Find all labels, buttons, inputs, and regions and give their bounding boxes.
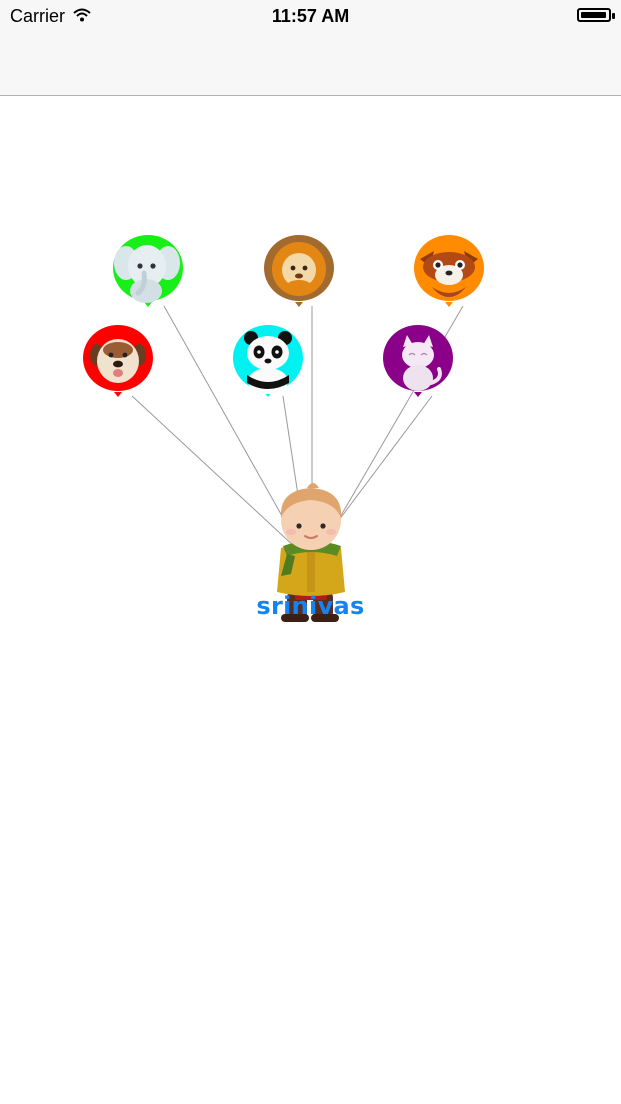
clock: 11:57 AM (271, 6, 350, 26)
balloon-cat[interactable] (383, 325, 453, 397)
balloon-fox[interactable] (414, 235, 484, 307)
lion-icon (272, 242, 326, 296)
balloon-scene: srinivas (0, 96, 621, 1104)
status-bar: Carrier 11:57 AM (0, 0, 621, 96)
balloon-dog[interactable] (83, 325, 153, 397)
battery-level (581, 12, 606, 18)
boy-name-label: srinivas (256, 592, 365, 620)
elephant-icon (114, 245, 180, 303)
panda-icon (244, 331, 292, 394)
balloon-lion[interactable] (264, 235, 334, 307)
balloon-panda[interactable] (233, 325, 303, 397)
balloon-elephant[interactable] (113, 235, 183, 307)
battery-icon (577, 8, 615, 22)
